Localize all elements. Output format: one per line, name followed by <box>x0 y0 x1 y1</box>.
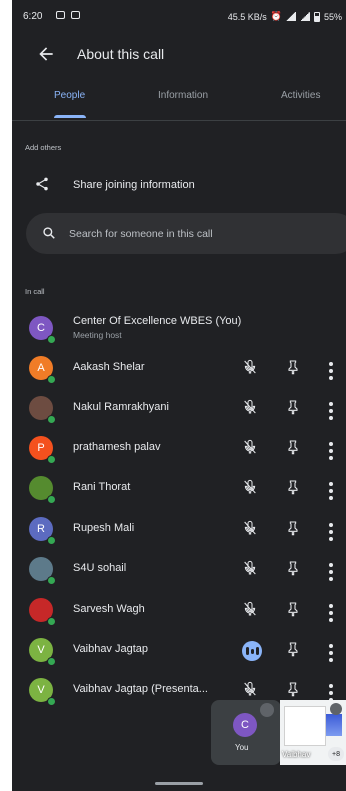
participant-host[interactable]: C Center Of Excellence WBES (You) Meetin… <box>12 310 346 350</box>
share-label: Share joining information <box>73 179 195 191</box>
status-time: 6:20 <box>23 11 43 22</box>
participant-row[interactable]: V Vaibhav Jagtap <box>12 632 346 672</box>
more-options-icon[interactable] <box>327 359 335 380</box>
pin-icon[interactable] <box>285 681 301 697</box>
presentation-logo <box>326 714 342 736</box>
online-status-dot <box>47 375 56 384</box>
presentation-tile[interactable]: Vaibhav +8 <box>280 700 346 765</box>
back-arrow-icon[interactable] <box>36 44 56 64</box>
search-input[interactable]: Search for someone in this call <box>26 213 346 254</box>
online-status-dot <box>47 415 56 424</box>
participant-name: Sarvesh Wagh <box>73 603 145 615</box>
mic-off-icon[interactable] <box>242 359 258 375</box>
search-icon <box>43 227 55 239</box>
participant-row[interactable]: Sarvesh Wagh <box>12 592 346 632</box>
self-avatar: C <box>233 713 257 737</box>
online-status-dot <box>47 455 56 464</box>
online-status-dot <box>47 617 56 626</box>
share-icon <box>36 177 48 191</box>
status-right: 45.5 KB/s ⏰ 55% <box>228 11 342 22</box>
more-options-icon[interactable] <box>327 560 335 581</box>
mic-off-icon[interactable] <box>242 520 258 536</box>
pin-icon[interactable] <box>285 359 301 375</box>
self-video-tile[interactable]: C You <box>211 700 281 765</box>
pin-icon[interactable] <box>285 641 301 657</box>
active-tab-indicator <box>54 115 86 118</box>
participant-role: Meeting host <box>73 330 122 340</box>
more-options-icon[interactable] <box>327 479 335 500</box>
presenter-label: Vaibhav <box>282 750 311 759</box>
participant-row[interactable]: Nakul Ramrakhyani <box>12 390 346 430</box>
net-speed: 45.5 KB/s <box>227 11 267 22</box>
participant-name: Nakul Ramrakhyani <box>73 401 169 413</box>
mic-off-icon[interactable] <box>242 399 258 415</box>
in-call-label: In call <box>25 287 45 296</box>
participant-name: Center Of Excellence WBES (You) <box>73 315 242 327</box>
participant-name: Rani Thorat <box>73 481 131 493</box>
participant-row[interactable]: R Rupesh Mali <box>12 511 346 551</box>
participant-row[interactable]: S4U sohail <box>12 551 346 591</box>
online-status-dot <box>47 697 56 706</box>
participant-name: Vaibhav Jagtap (Presenta... <box>73 683 208 695</box>
search-placeholder: Search for someone in this call <box>69 228 213 240</box>
app-bar: About this call <box>12 34 346 76</box>
tab-activities[interactable]: Activities <box>281 90 320 101</box>
participant-name: prathamesh palav <box>73 441 161 453</box>
mic-off-icon[interactable] <box>242 601 258 617</box>
more-options-icon[interactable] <box>327 520 335 541</box>
more-options-icon[interactable] <box>327 439 335 460</box>
online-status-dot <box>47 495 56 504</box>
mic-off-icon <box>330 703 342 715</box>
battery-level: 55% <box>323 11 342 22</box>
participant-name: Aakash Shelar <box>73 361 145 373</box>
tab-information[interactable]: Information <box>158 90 208 101</box>
self-label: You <box>235 743 249 752</box>
signal-icon-2 <box>299 12 310 21</box>
signal-icon <box>285 12 296 21</box>
pin-icon[interactable] <box>285 399 301 415</box>
status-bar: 6:20 45.5 KB/s ⏰ 55% <box>12 0 346 34</box>
participant-row[interactable]: Rani Thorat <box>12 470 346 510</box>
call-screen: 6:20 45.5 KB/s ⏰ 55% About this call Peo… <box>12 0 346 791</box>
image-icon <box>71 11 80 19</box>
online-status-dot <box>47 576 56 585</box>
participant-row[interactable]: A Aakash Shelar <box>12 350 346 390</box>
notification-icons <box>56 11 80 19</box>
battery-icon <box>313 11 320 22</box>
mic-off-icon <box>260 703 274 717</box>
online-status-dot <box>47 657 56 666</box>
alarm-icon: ⏰ <box>270 11 282 21</box>
page-title: About this call <box>77 46 165 62</box>
pin-icon[interactable] <box>285 601 301 617</box>
more-options-icon[interactable] <box>327 641 335 662</box>
online-status-dot <box>47 536 56 545</box>
online-status-dot <box>47 335 56 344</box>
share-joining-info-button[interactable]: Share joining information <box>12 168 346 204</box>
participant-row[interactable]: Pprathamesh palav <box>12 430 346 470</box>
mic-off-icon[interactable] <box>242 681 258 697</box>
participant-name: Vaibhav Jagtap <box>73 643 149 655</box>
more-options-icon[interactable] <box>327 681 335 702</box>
cast-icon <box>56 11 65 19</box>
pin-icon[interactable] <box>285 520 301 536</box>
speaking-indicator-icon[interactable] <box>242 641 262 661</box>
tab-bar: People Information Activities <box>12 84 346 121</box>
mic-off-icon[interactable] <box>242 479 258 495</box>
mic-off-icon[interactable] <box>242 560 258 576</box>
more-options-icon[interactable] <box>327 601 335 622</box>
more-options-icon[interactable] <box>327 399 335 420</box>
participant-name: S4U sohail <box>73 562 127 574</box>
tab-people[interactable]: People <box>54 90 85 101</box>
pin-icon[interactable] <box>285 560 301 576</box>
add-others-label: Add others <box>25 143 62 152</box>
pin-icon[interactable] <box>285 479 301 495</box>
presentation-thumbnail <box>284 706 326 746</box>
participant-name: Rupesh Mali <box>73 522 135 534</box>
gesture-nav-bar[interactable] <box>155 782 203 785</box>
mic-off-icon[interactable] <box>242 439 258 455</box>
extra-participants-badge[interactable]: +8 <box>328 747 344 761</box>
pin-icon[interactable] <box>285 439 301 455</box>
